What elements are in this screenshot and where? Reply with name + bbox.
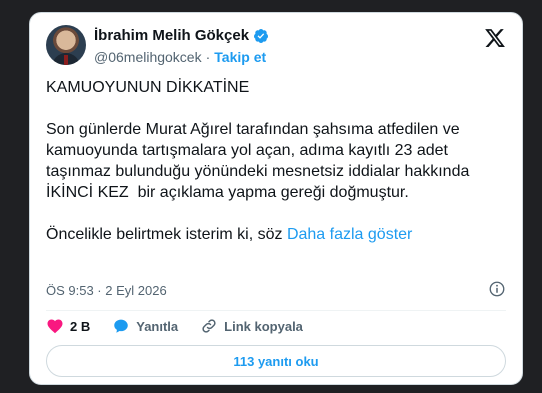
copy-link-action[interactable]: Link kopyala (200, 317, 303, 335)
handle-row: @06melihgokcek · Takip et (94, 49, 266, 65)
tweet-paragraph: KAMUOYUNUN DİKKATİNE (46, 79, 250, 96)
action-bar: 2 B Yanıtla Link kopyala (46, 317, 303, 335)
tweet-timestamp[interactable]: ÖS 9:53 · 2 Eyl 2026 (46, 283, 167, 298)
reply-label: Yanıtla (136, 318, 179, 334)
author-name-row[interactable]: İbrahim Melih Gökçek (94, 27, 269, 44)
author-handle[interactable]: @06melihgokcek (94, 49, 202, 65)
like-count: 2 B (70, 318, 91, 334)
tweet-card: İbrahim Melih Gökçek @06melihgokcek · Ta… (29, 12, 523, 385)
read-replies-button[interactable]: 113 yanıtı oku (46, 345, 506, 377)
like-action[interactable]: 2 B (46, 317, 90, 335)
divider (46, 310, 506, 311)
tweet-text: KAMUOYUNUN DİKKATİNE Son günlerde Murat … (46, 77, 506, 245)
follow-button[interactable]: Takip et (214, 49, 266, 65)
show-more-link[interactable]: Daha fazla göster (287, 226, 412, 243)
x-logo-icon[interactable] (484, 27, 506, 49)
reply-bubble-icon (114, 319, 128, 333)
verified-badge-icon (254, 28, 269, 43)
info-icon[interactable] (488, 280, 506, 298)
tweet-paragraph: Son günlerde Murat Ağırel tarafından şah… (46, 121, 474, 201)
heart-icon (47, 319, 63, 334)
tweet-paragraph-text: Öncelikle belirtmek isterim ki, söz (46, 226, 283, 243)
separator-dot: · (205, 49, 211, 65)
reply-action[interactable]: Yanıtla (112, 317, 178, 335)
link-icon (202, 319, 216, 333)
avatar[interactable] (46, 25, 86, 65)
tweet-paragraph-last: Öncelikle belirtmek isterim ki, söz Daha… (46, 224, 506, 245)
author-name[interactable]: İbrahim Melih Gökçek (94, 27, 249, 44)
copy-link-label: Link kopyala (224, 318, 303, 334)
